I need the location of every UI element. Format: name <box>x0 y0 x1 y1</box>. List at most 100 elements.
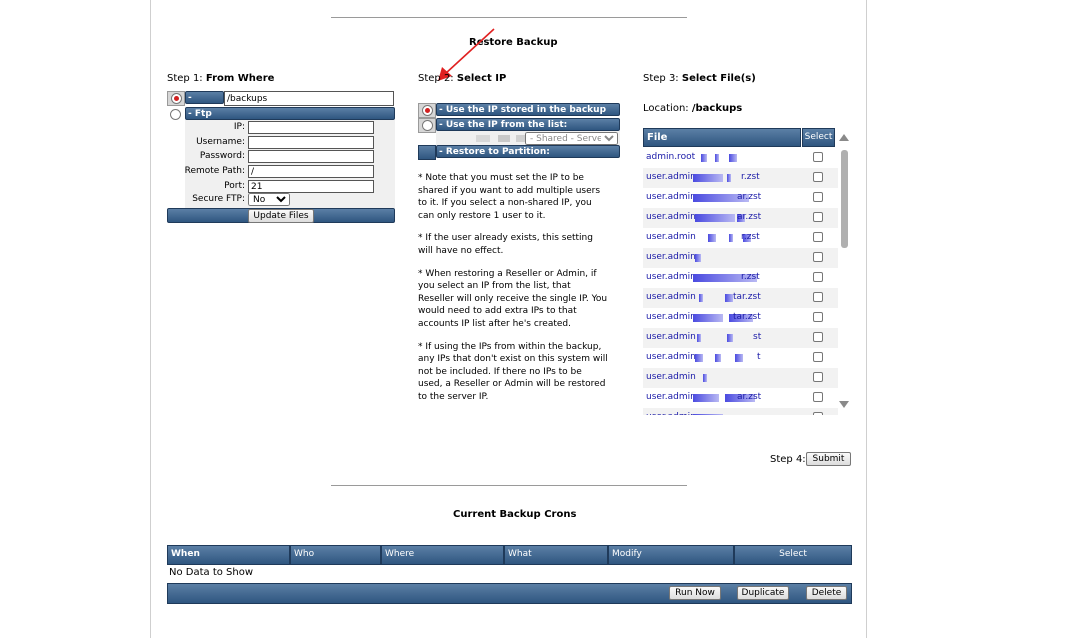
file-name[interactable]: user.admin <box>646 272 696 282</box>
file-row[interactable]: user.admin r.zst <box>643 168 838 188</box>
file-select-checkbox[interactable] <box>813 372 823 382</box>
file-row[interactable]: user.admin ar.zst <box>643 388 838 408</box>
redaction-block <box>693 314 723 322</box>
file-name[interactable]: user.admin <box>646 232 696 242</box>
file-list[interactable]: File Select admin.root user.admin r.zst use… <box>643 128 861 415</box>
file-name[interactable]: user.admin <box>646 252 696 262</box>
file-name[interactable]: user.admin <box>646 372 696 382</box>
file-name-suffix[interactable]: r.zst <box>741 172 760 182</box>
update-files-button[interactable]: Update Files <box>248 209 314 223</box>
file-name[interactable]: user.admin <box>646 412 696 415</box>
file-name-suffix[interactable]: r.zst <box>741 232 760 242</box>
file-select-checkbox[interactable] <box>813 392 823 402</box>
file-name-suffix[interactable]: r.zst <box>741 272 760 282</box>
step3-heading: Step 3: Select File(s) <box>643 73 756 84</box>
step2-prefix: Step 2: <box>418 73 454 84</box>
file-row[interactable]: user.admin <box>643 408 838 415</box>
crons-title: Current Backup Crons <box>453 509 577 520</box>
secure-ftp-select[interactable]: No <box>248 193 290 206</box>
file-select-checkbox[interactable] <box>813 332 823 342</box>
remote-path-input[interactable] <box>248 165 374 178</box>
file-select-checkbox[interactable] <box>813 312 823 322</box>
note-2: * If the user already exists, this setti… <box>418 233 593 256</box>
crons-empty-text: No Data to Show <box>169 567 254 578</box>
ftp-radio[interactable] <box>170 109 181 120</box>
password-input[interactable] <box>248 150 374 163</box>
scroll-thumb[interactable] <box>841 150 848 248</box>
file-name[interactable]: user.admin <box>646 192 696 202</box>
file-name[interactable]: user.admin <box>646 312 696 322</box>
file-row[interactable]: admin.root <box>643 148 838 168</box>
file-name-suffix[interactable]: tar.zst <box>733 292 761 302</box>
ip-backup-radio[interactable] <box>422 105 433 116</box>
col-where[interactable]: Where <box>381 545 504 565</box>
redaction-block <box>725 294 733 302</box>
file-row[interactable]: user.admin r.zst <box>643 228 838 248</box>
step2-title: Select IP <box>456 73 507 84</box>
redaction-block <box>498 135 510 142</box>
duplicate-button[interactable]: Duplicate <box>737 586 789 600</box>
port-label: Port: <box>224 181 245 191</box>
port-input[interactable] <box>248 180 374 193</box>
file-row[interactable]: user.admin st <box>643 328 838 348</box>
username-input[interactable] <box>248 136 374 149</box>
col-modify[interactable]: Modify <box>608 545 734 565</box>
file-name-suffix[interactable]: st <box>753 332 761 342</box>
file-row[interactable]: user.admin ar.zst <box>643 208 838 228</box>
file-name[interactable]: user.admin <box>646 292 696 302</box>
partition-label: - Restore to Partition: <box>439 147 550 157</box>
delete-button[interactable]: Delete <box>806 586 847 600</box>
ip-input[interactable] <box>248 121 374 134</box>
file-select-checkbox[interactable] <box>813 252 823 262</box>
file-list-scrollbar[interactable] <box>839 128 851 415</box>
file-name[interactable]: user.admin <box>646 392 696 402</box>
file-row[interactable]: user.admin t <box>643 348 838 368</box>
step1-heading: Step 1: From Where <box>167 73 274 84</box>
file-row[interactable]: user.admin ar.zst <box>643 188 838 208</box>
file-name-suffix[interactable]: ar.zst <box>737 192 761 202</box>
redaction-block <box>715 354 721 362</box>
file-select-checkbox[interactable] <box>813 152 823 162</box>
file-select-checkbox[interactable] <box>813 192 823 202</box>
file-name[interactable]: user.admin <box>646 172 696 182</box>
file-name-suffix[interactable]: ar.zst <box>737 212 761 222</box>
file-name[interactable]: user.admin <box>646 332 696 342</box>
file-name-suffix[interactable]: tar.zst <box>733 312 761 322</box>
local-path-input[interactable] <box>224 91 394 106</box>
redaction-block <box>695 254 701 262</box>
file-name[interactable]: admin.root <box>646 152 695 162</box>
redaction-block <box>695 214 735 222</box>
file-select-checkbox[interactable] <box>813 172 823 182</box>
scroll-up-icon[interactable] <box>839 134 849 141</box>
file-row[interactable]: user.admin r.zst <box>643 268 838 288</box>
redaction-block <box>476 135 490 142</box>
ip-list-radio[interactable] <box>422 120 433 131</box>
run-now-button[interactable]: Run Now <box>669 586 721 600</box>
partition-radio-wrap[interactable] <box>418 145 436 160</box>
file-name-suffix[interactable]: ar.zst <box>737 392 761 402</box>
file-select-checkbox[interactable] <box>813 232 823 242</box>
file-row[interactable]: user.admin tar.zst <box>643 308 838 328</box>
ip-list-select[interactable]: - Shared - Server <box>525 132 618 145</box>
col-when[interactable]: When <box>167 545 290 565</box>
file-row[interactable]: user.admin tar.zst <box>643 288 838 308</box>
file-row[interactable]: user.admin <box>643 248 838 268</box>
local-radio[interactable] <box>171 93 182 104</box>
file-select-checkbox[interactable] <box>813 352 823 362</box>
submit-button[interactable]: Submit <box>806 452 851 466</box>
location-value: /backups <box>691 103 743 114</box>
file-name[interactable]: user.admin <box>646 352 696 362</box>
file-select-checkbox[interactable] <box>813 412 823 415</box>
step2-heading: Step 2: Select IP <box>418 73 506 84</box>
col-select[interactable]: Select <box>734 545 852 565</box>
file-select-checkbox[interactable] <box>813 292 823 302</box>
file-row[interactable]: user.admin <box>643 368 838 388</box>
col-what[interactable]: What <box>504 545 608 565</box>
scroll-down-icon[interactable] <box>839 401 849 408</box>
remote-path-label: Remote Path: <box>184 166 245 176</box>
col-who[interactable]: Who <box>290 545 381 565</box>
file-select-checkbox[interactable] <box>813 272 823 282</box>
file-name-suffix[interactable]: t <box>757 352 761 362</box>
file-name[interactable]: user.admin <box>646 212 696 222</box>
file-select-checkbox[interactable] <box>813 212 823 222</box>
